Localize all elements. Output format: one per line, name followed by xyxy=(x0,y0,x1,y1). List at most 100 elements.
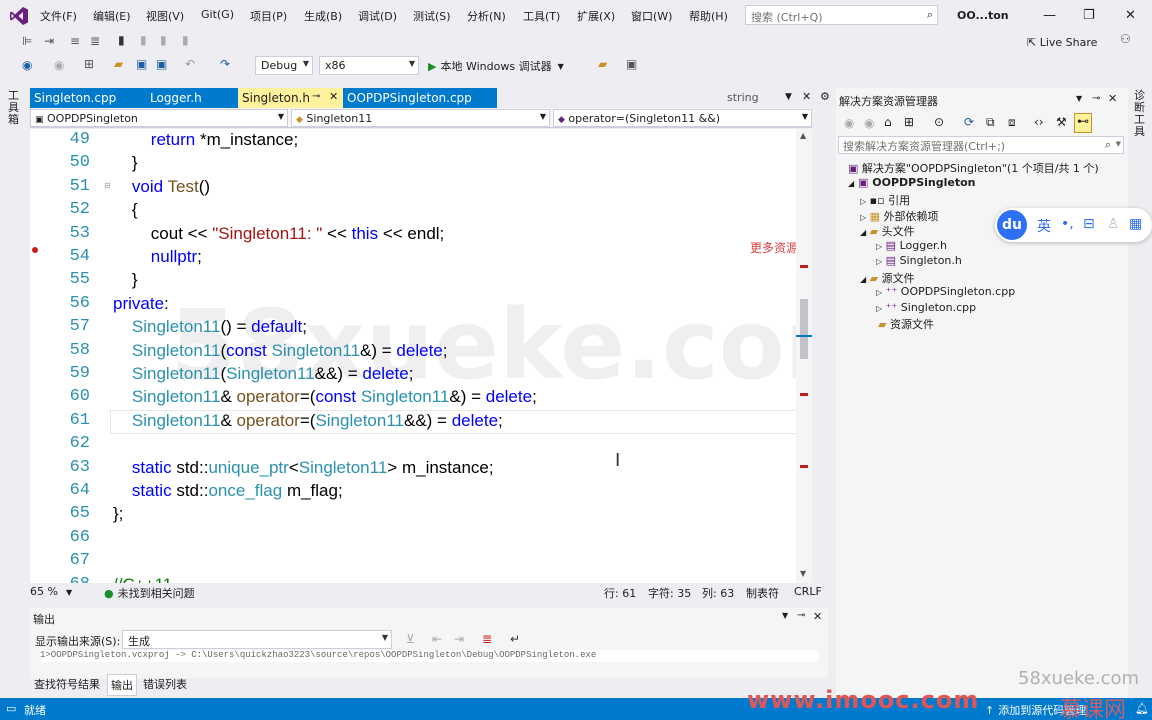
code-line[interactable]: void Test() xyxy=(113,177,210,197)
open-file-icon[interactable]: ▰ xyxy=(114,57,123,71)
pin-icon[interactable]: ⊸ xyxy=(1092,93,1100,104)
scroll-down-icon[interactable]: ▼ xyxy=(800,569,806,578)
ime-toolbar[interactable]: du 英 •, ⊟ ♙ ▦ xyxy=(995,208,1152,242)
search-input[interactable]: 搜索 (Ctrl+Q) ⌕ xyxy=(745,5,938,25)
pin-icon[interactable]: ⊸ xyxy=(312,91,320,102)
code-line[interactable]: nullptr; xyxy=(113,247,202,267)
save-icon[interactable]: ▣ xyxy=(136,57,147,71)
code-line[interactable]: //C++11 xyxy=(113,575,172,583)
menu-item[interactable]: 扩展(X) xyxy=(577,8,615,24)
zoom-select[interactable]: 65 % ▼ xyxy=(30,585,90,598)
punctuation-icon[interactable]: •, xyxy=(1061,216,1074,232)
pin-icon[interactable]: ⊸ xyxy=(797,610,805,621)
bookmark-icon[interactable]: ▮ xyxy=(118,33,125,47)
menu-item[interactable]: 视图(V) xyxy=(146,8,184,24)
new-project-icon[interactable]: ⊞ xyxy=(84,57,94,71)
tree-resource-files[interactable]: ▰ 资源文件 xyxy=(878,316,934,332)
grid-icon[interactable]: ▦ xyxy=(1129,216,1142,232)
diagnostics-strip[interactable]: 诊断工具 xyxy=(1128,88,1152,688)
nav-member-select[interactable]: ◆ operator=(Singleton11 &&) ▼ xyxy=(553,109,812,127)
collapse-all-icon[interactable]: ⧉ xyxy=(986,115,995,130)
toolbox-strip[interactable]: 工具箱 xyxy=(0,88,28,688)
back-icon[interactable]: ◉ xyxy=(22,58,32,72)
forward-icon[interactable]: ◉ xyxy=(54,58,64,72)
menu-item[interactable]: 调试(D) xyxy=(358,8,397,24)
forward-icon[interactable]: ◉ xyxy=(864,116,874,130)
chevron-down-icon[interactable]: ▼ xyxy=(1076,94,1082,103)
tab-overflow[interactable]: string xyxy=(727,91,759,104)
tree-project[interactable]: ◢ ▣ OOPDPSingleton xyxy=(848,176,975,189)
platform-select[interactable]: x86 ▼ xyxy=(319,56,419,75)
show-all-files-icon[interactable]: ⧈ xyxy=(1008,115,1016,130)
menu-item[interactable]: 生成(B) xyxy=(304,8,342,24)
tab-singleton-cpp[interactable]: Singleton.cpp xyxy=(30,88,146,108)
vertical-scrollbar[interactable]: ▲ ▼ xyxy=(796,129,812,583)
uncomment-icon[interactable]: ≣ xyxy=(90,34,100,48)
redo-icon[interactable]: ↷ xyxy=(220,57,230,71)
properties-icon[interactable]: ⚒ xyxy=(1056,115,1067,129)
account-icon[interactable]: ⚇ xyxy=(1120,32,1131,46)
home-icon[interactable]: ⌂ xyxy=(884,115,892,129)
close-button[interactable]: ✕ xyxy=(1125,8,1136,23)
live-share-button[interactable]: ⇱ Live Share xyxy=(1027,36,1097,49)
bookmark-clear-icon[interactable]: ▮ xyxy=(182,33,189,47)
line-ending[interactable]: CRLF xyxy=(794,585,822,598)
menu-item[interactable]: 测试(S) xyxy=(413,8,451,24)
tab-mode[interactable]: 制表符 xyxy=(746,585,779,601)
code-line[interactable]: } xyxy=(113,153,138,173)
user-icon[interactable]: ♙ xyxy=(1107,216,1120,232)
start-debug-button[interactable]: ▶ 本地 Windows 调试器 ▼ xyxy=(428,58,564,74)
tree-references[interactable]: ▷ ▪▫ 引用 xyxy=(860,192,910,208)
menu-item[interactable]: 编辑(E) xyxy=(93,8,131,24)
code-editor[interactable]: 58xueke.com 49 return *m_instance;50 }51… xyxy=(30,129,812,583)
save-all-icon[interactable]: ▣ xyxy=(156,57,167,71)
tree-file-singleton-h[interactable]: ▷ ▤ Singleton.h xyxy=(876,254,962,267)
issues-indicator[interactable]: ● 未找到相关问题 xyxy=(104,585,195,601)
switch-views-icon[interactable]: ⊞ xyxy=(904,115,914,129)
code-line[interactable]: Singleton11(const Singleton11&) = delete… xyxy=(113,341,448,361)
code-line[interactable]: return *m_instance; xyxy=(113,130,298,150)
tab-find-symbol[interactable]: 查找符号结果 xyxy=(34,676,100,692)
menu-item[interactable]: 工具(T) xyxy=(523,8,560,24)
code-line[interactable]: static std::unique_ptr<Singleton11> m_in… xyxy=(113,458,494,478)
tree-header-files[interactable]: ◢ ▰ 头文件 xyxy=(860,223,915,239)
minimize-button[interactable]: — xyxy=(1043,8,1056,23)
output-source-select[interactable]: 生成 ▼ xyxy=(122,630,392,649)
collapse-icon[interactable]: ⊟ xyxy=(104,181,111,190)
code-line[interactable]: } xyxy=(113,270,138,290)
close-tab-icon[interactable]: ✕ xyxy=(329,90,338,103)
sync-icon[interactable]: ⟳ xyxy=(964,115,974,129)
back-icon[interactable]: ◉ xyxy=(844,116,854,130)
next-message-icon[interactable]: ⇥ xyxy=(454,632,464,646)
preview-icon[interactable]: ⊷ xyxy=(1074,113,1092,133)
folder-icon[interactable]: ▰ xyxy=(598,57,607,71)
maximize-button[interactable]: ❐ xyxy=(1083,8,1095,23)
undo-icon[interactable]: ↶ xyxy=(185,57,195,71)
indent-icon[interactable]: ⇥ xyxy=(44,34,54,48)
close-icon[interactable]: ✕ xyxy=(1108,92,1117,105)
code-line[interactable]: Singleton11(Singleton11&&) = delete; xyxy=(113,364,414,384)
tab-error-list[interactable]: 错误列表 xyxy=(143,676,187,692)
tab-logger-h[interactable]: Logger.h xyxy=(146,88,238,108)
code-line[interactable]: static std::once_flag m_flag; xyxy=(113,481,343,501)
tree-file-singleton-cpp[interactable]: ▷ ⁺⁺ Singleton.cpp xyxy=(876,301,976,314)
tab-oopdpsingleton-cpp[interactable]: OOPDPSingleton.cpp xyxy=(343,88,497,108)
comment-icon[interactable]: ≡ xyxy=(70,34,80,48)
tree-file-oopdpsingleton-cpp[interactable]: ▷ ⁺⁺ OOPDPSingleton.cpp xyxy=(876,285,1015,298)
menu-item[interactable]: 帮助(H) xyxy=(689,8,728,24)
toolbox-icon[interactable]: ⊟ xyxy=(1083,216,1095,232)
code-line[interactable]: { xyxy=(113,200,138,220)
tree-solution[interactable]: ▣ 解决方案"OOPDPSingleton"(1 个项目/共 1 个) xyxy=(848,160,1099,176)
scroll-up-icon[interactable]: ▲ xyxy=(800,131,806,140)
menu-item[interactable]: 窗口(W) xyxy=(631,8,672,24)
notification-icon[interactable]: 🔔︎ xyxy=(1135,702,1149,715)
tree-external-deps[interactable]: ▷ ▦ 外部依赖项 xyxy=(860,208,939,224)
tab-singleton-h[interactable]: Singleton.h ⊸ ✕ xyxy=(238,88,343,108)
tab-output[interactable]: 输出 xyxy=(107,674,137,696)
menu-item[interactable]: Git(G) xyxy=(201,8,234,21)
view-code-icon[interactable]: ‹› xyxy=(1034,115,1044,129)
pending-changes-icon[interactable]: ⊙ xyxy=(934,115,944,129)
word-wrap-icon[interactable]: ↵ xyxy=(510,632,520,646)
close-icon[interactable]: ✕ xyxy=(813,610,822,623)
chevron-down-icon[interactable]: ▼ xyxy=(782,611,788,620)
